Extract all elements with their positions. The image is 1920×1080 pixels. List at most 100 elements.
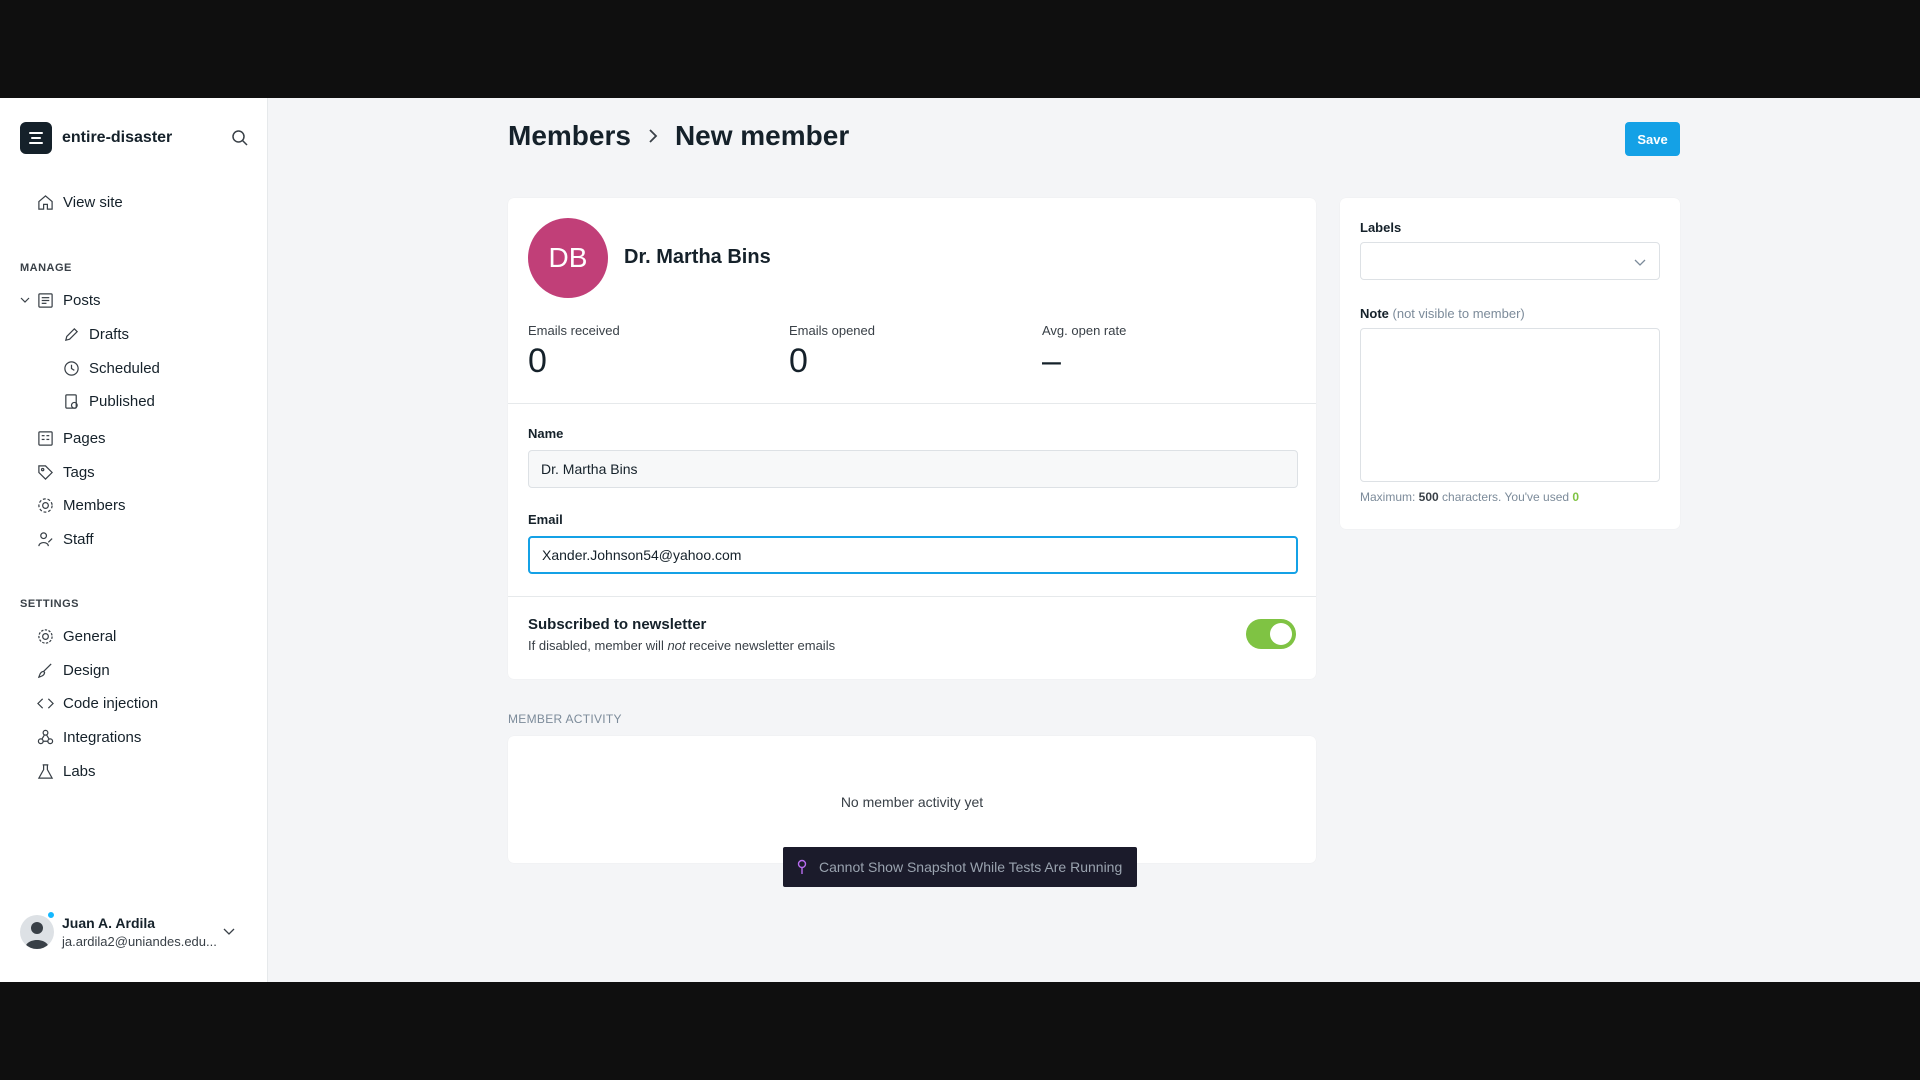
- sidebar-item-staff[interactable]: Staff: [36, 525, 94, 553]
- member-name-heading: Dr. Martha Bins: [624, 246, 771, 268]
- posts-icon: [36, 291, 54, 309]
- labels-label: Labels: [1360, 220, 1402, 235]
- divider: [508, 403, 1316, 404]
- note-hint-mid: characters. You've used: [1438, 490, 1573, 504]
- tag-icon: [36, 463, 54, 481]
- pencil-icon: [62, 325, 80, 343]
- sidebar-item-label: Published: [89, 392, 155, 410]
- sidebar-item-label: Drafts: [89, 325, 130, 343]
- user-menu[interactable]: Juan A. Ardila ja.ardila2@uniandes.edu..…: [20, 910, 250, 952]
- newsletter-description: If disabled, member will not receive new…: [528, 638, 835, 653]
- clock-icon: [62, 359, 80, 377]
- published-icon: [62, 392, 80, 410]
- member-activity-heading: MEMBER ACTIVITY: [508, 712, 622, 726]
- sidebar-item-design[interactable]: Design: [36, 656, 110, 684]
- breadcrumb-members-link[interactable]: Members: [508, 120, 631, 152]
- stat-label: Emails received: [528, 323, 620, 338]
- sidebar: entire-disaster View site MANAGE Posts D…: [0, 98, 268, 982]
- sidebar-item-label: Members: [63, 496, 126, 514]
- sidebar-item-label: View site: [63, 193, 123, 211]
- sidebar-item-label: General: [63, 627, 117, 645]
- name-label: Name: [528, 426, 564, 441]
- email-label: Email: [528, 512, 563, 527]
- note-label: Note (not visible to member): [1360, 306, 1525, 321]
- note-used-characters: 0: [1572, 490, 1580, 504]
- app-window: entire-disaster View site MANAGE Posts D…: [0, 98, 1920, 982]
- newsletter-description-suffix: receive newsletter emails: [685, 638, 836, 653]
- sidebar-item-drafts[interactable]: Drafts: [62, 320, 129, 348]
- flask-icon: [36, 762, 54, 780]
- brand-name: entire-disaster: [62, 129, 173, 146]
- sidebar-item-posts[interactable]: Posts: [20, 286, 101, 314]
- search-icon[interactable]: [230, 128, 250, 148]
- note-max-characters: 500: [1418, 490, 1439, 504]
- activity-empty-state: No member activity yet: [840, 794, 984, 810]
- member-activity-card: No member activity yet: [508, 736, 1316, 863]
- note-hint-prefix: Maximum:: [1360, 490, 1419, 504]
- sidebar-item-integrations[interactable]: Integrations: [36, 723, 141, 751]
- sidebar-item-scheduled[interactable]: Scheduled: [62, 354, 160, 382]
- home-icon: [36, 193, 54, 211]
- chevron-down-icon[interactable]: [222, 924, 236, 938]
- online-status-dot: [46, 910, 56, 920]
- sidebar-item-label: Tags: [63, 463, 95, 481]
- note-label-text: Note: [1360, 306, 1389, 321]
- toggle-knob: [1270, 623, 1292, 645]
- stat-label: Emails opened: [789, 323, 875, 338]
- stat-avg-open-rate: Avg. open rate –: [1042, 323, 1126, 381]
- member-meta-card: Labels Note (not visible to member) Maxi…: [1340, 198, 1680, 529]
- newsletter-description-prefix: If disabled, member will: [528, 638, 668, 653]
- pin-icon: [797, 859, 807, 874]
- sidebar-item-label: Code injection: [63, 694, 159, 712]
- gear-icon: [36, 627, 54, 645]
- toast-text: Cannot Show Snapshot While Tests Are Run…: [819, 859, 1123, 875]
- sidebar-item-labs[interactable]: Labs: [36, 757, 96, 785]
- sidebar-item-general[interactable]: General: [36, 622, 116, 650]
- sidebar-item-label: Staff: [63, 530, 94, 548]
- sidebar-item-view-site[interactable]: View site: [36, 188, 123, 216]
- stat-value: 0: [528, 342, 547, 380]
- members-icon: [36, 496, 54, 514]
- note-textarea[interactable]: [1360, 328, 1660, 482]
- save-button[interactable]: Save: [1625, 122, 1680, 156]
- sidebar-item-tags[interactable]: Tags: [36, 458, 95, 486]
- main-content: Members New member Save DB Dr. Martha Bi…: [268, 98, 1920, 982]
- sidebar-item-label: Labs: [63, 762, 96, 780]
- chevron-right-icon: [649, 129, 658, 143]
- breadcrumb: Members New member: [508, 120, 849, 152]
- user-info: Juan A. Ardila ja.ardila2@uniandes.edu..…: [62, 915, 217, 949]
- stat-emails-opened: Emails opened 0: [789, 323, 875, 381]
- integrations-icon: [36, 728, 54, 746]
- brand-logo-icon: [20, 122, 52, 154]
- sidebar-item-published[interactable]: Published: [62, 387, 155, 415]
- sidebar-item-members[interactable]: Members: [36, 491, 126, 519]
- sidebar-item-label: Scheduled: [89, 359, 160, 377]
- stat-emails-received: Emails received 0: [528, 323, 620, 381]
- sidebar-item-pages[interactable]: Pages: [36, 424, 106, 452]
- labels-select[interactable]: [1360, 242, 1660, 280]
- brand[interactable]: entire-disaster: [20, 118, 250, 158]
- sidebar-item-label: Posts: [63, 291, 101, 309]
- note-label-hint: (not visible to member): [1392, 306, 1525, 321]
- pages-icon: [36, 429, 54, 447]
- section-title-settings: SETTINGS: [20, 598, 80, 610]
- user-name: Juan A. Ardila: [62, 915, 156, 931]
- member-details-card: DB Dr. Martha Bins Emails received 0 Ema…: [508, 198, 1316, 679]
- snapshot-toast: Cannot Show Snapshot While Tests Are Run…: [783, 847, 1137, 887]
- sidebar-item-label: Design: [63, 661, 110, 679]
- chevron-down-icon[interactable]: [20, 295, 30, 305]
- staff-icon: [36, 530, 54, 548]
- name-input[interactable]: [528, 450, 1298, 488]
- email-input[interactable]: [528, 536, 1298, 574]
- member-avatar: DB: [528, 218, 608, 298]
- sidebar-item-label: Integrations: [63, 728, 142, 746]
- divider: [508, 596, 1316, 597]
- chevron-down-icon: [1634, 259, 1646, 266]
- newsletter-toggle[interactable]: [1246, 619, 1296, 649]
- code-icon: [36, 694, 54, 712]
- newsletter-description-emphasis: not: [667, 638, 686, 653]
- brush-icon: [36, 661, 54, 679]
- note-character-count: Maximum: 500 characters. You've used 0: [1360, 490, 1579, 504]
- sidebar-item-code-injection[interactable]: Code injection: [36, 689, 158, 717]
- avatar: [20, 915, 54, 949]
